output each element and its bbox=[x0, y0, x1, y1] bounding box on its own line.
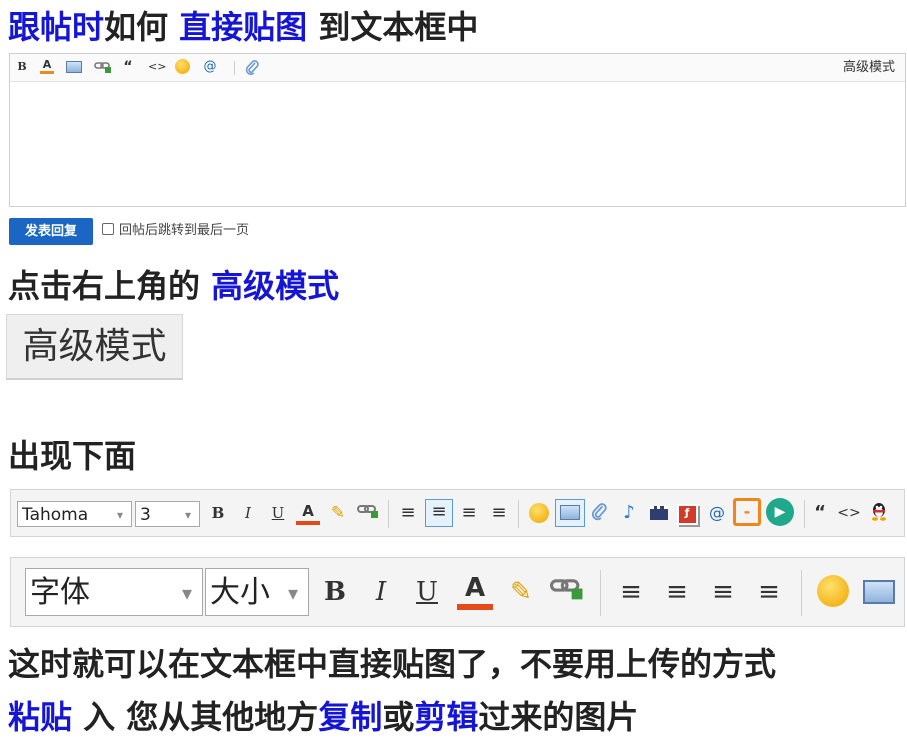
font-select-value: Tahoma bbox=[22, 505, 89, 525]
font-select[interactable]: 字体 ▾ bbox=[25, 568, 203, 616]
link-icon[interactable] bbox=[549, 572, 585, 612]
heading-part: 跟帖时 bbox=[8, 8, 105, 46]
jump-checkbox[interactable] bbox=[102, 223, 114, 235]
code-icon[interactable]: <> bbox=[148, 59, 166, 75]
font-color-icon[interactable]: A bbox=[296, 501, 320, 525]
jump-last-page-option[interactable]: 回帖后跳转到最后一页 bbox=[102, 222, 249, 240]
heading-can-paste: 这时就可以在文本框中直接贴图了，不要用上传的方式 bbox=[8, 644, 776, 684]
attachment-icon[interactable] bbox=[587, 501, 611, 525]
italic-icon[interactable]: I bbox=[236, 501, 260, 525]
heading-part: 直接贴图 bbox=[179, 8, 308, 46]
heading-part: 复制 bbox=[318, 698, 383, 736]
align-left-active-icon[interactable]: ≡ bbox=[425, 499, 453, 527]
heading-part: 到文本框中 bbox=[307, 8, 479, 46]
align-left-icon[interactable]: ≡ bbox=[396, 501, 420, 525]
heading-paste-copied: 粘贴 入 您从其他地方复制或剪辑过来的图片 bbox=[8, 697, 638, 737]
image-icon[interactable] bbox=[555, 499, 585, 527]
submit-reply-button[interactable]: 发表回复 bbox=[9, 218, 93, 245]
code-icon[interactable]: <> bbox=[837, 501, 861, 525]
toolbar-separator bbox=[600, 570, 601, 616]
qq-icon[interactable] bbox=[867, 501, 891, 525]
bold-icon[interactable]: B bbox=[16, 59, 28, 75]
advanced-toolbar-large: 字体 ▾ 大小 ▾ B I U A ✎ ≡ ≡ ≡ ≡ bbox=[10, 557, 905, 627]
heading-part: 剪辑 bbox=[414, 698, 479, 736]
quote-icon[interactable]: “ bbox=[122, 59, 134, 75]
emoji-icon[interactable] bbox=[815, 572, 851, 612]
heading-part: 粘贴 bbox=[8, 698, 73, 736]
reply-editor: B A “ <> @ 高级模式 bbox=[9, 53, 906, 207]
heading-part: 出现下面 bbox=[8, 437, 137, 475]
mention-icon[interactable]: @ bbox=[202, 59, 218, 75]
mention-icon[interactable]: @ bbox=[705, 501, 729, 525]
align-center-icon[interactable]: ≡ bbox=[457, 501, 481, 525]
toolbar-separator bbox=[388, 500, 389, 528]
heading-part: 或 bbox=[382, 698, 415, 736]
underline-icon[interactable]: U bbox=[409, 572, 445, 612]
image-icon[interactable] bbox=[66, 59, 82, 75]
advanced-toolbar-small: Tahoma ▾ 3 ▾ B I U A ✎ ≡ ≡ ≡ ≡ ♪ ƒ @ - ▶… bbox=[10, 489, 905, 537]
advanced-mode-button[interactable]: 高级模式 bbox=[6, 314, 183, 380]
size-select[interactable]: 3 ▾ bbox=[135, 501, 200, 527]
emoji-icon[interactable] bbox=[175, 59, 191, 75]
align-right-icon[interactable]: ≡ bbox=[487, 501, 511, 525]
chevron-down-icon: ▾ bbox=[287, 581, 298, 605]
heading-part: 入 您从其他地方 bbox=[72, 698, 319, 736]
jump-option-label: 回帖后跳转到最后一页 bbox=[119, 223, 250, 238]
heading-part: 过来的图片 bbox=[478, 698, 639, 736]
highlight-icon[interactable]: ✎ bbox=[326, 501, 350, 525]
chevron-down-icon: ▾ bbox=[116, 508, 123, 522]
size-select-value: 大小 bbox=[210, 575, 270, 610]
chevron-down-icon: ▾ bbox=[181, 581, 192, 605]
heading-part: 高级模式 bbox=[211, 267, 340, 305]
chevron-down-icon: ▾ bbox=[184, 508, 191, 522]
editor-toolbar: B A “ <> @ 高级模式 bbox=[10, 54, 905, 82]
size-select-value: 3 bbox=[140, 505, 151, 525]
bold-icon[interactable]: B bbox=[317, 572, 353, 612]
toolbar-separator bbox=[801, 570, 802, 616]
video-icon[interactable] bbox=[647, 501, 671, 525]
link-icon[interactable] bbox=[356, 501, 380, 525]
link-icon[interactable] bbox=[94, 59, 112, 75]
heading-click-advanced: 点击右上角的 高级模式 bbox=[8, 266, 339, 306]
hide-content-icon[interactable]: - bbox=[733, 498, 763, 528]
heading-part: 这时就可以在文本框中直接贴图了，不要用上传的方式 bbox=[8, 645, 777, 683]
align-right-icon[interactable]: ≡ bbox=[751, 572, 787, 612]
toolbar-separator bbox=[234, 61, 235, 75]
emoji-icon[interactable] bbox=[527, 501, 551, 525]
flash-icon[interactable]: ƒ bbox=[675, 501, 699, 525]
align-center-icon[interactable]: ≡ bbox=[705, 572, 741, 612]
attachment-icon[interactable] bbox=[244, 59, 260, 76]
toolbar-separator bbox=[518, 500, 519, 528]
play-icon[interactable]: ▶ bbox=[766, 498, 796, 528]
heading-part: 点击右上角的 bbox=[8, 267, 212, 305]
font-color-icon[interactable]: A bbox=[40, 59, 54, 74]
quote-icon[interactable]: “ bbox=[808, 501, 832, 525]
image-icon[interactable] bbox=[861, 572, 897, 612]
toolbar-separator bbox=[804, 500, 805, 528]
underline-icon[interactable]: U bbox=[266, 501, 290, 525]
italic-icon[interactable]: I bbox=[363, 572, 399, 612]
advanced-mode-link[interactable]: 高级模式 bbox=[843, 60, 895, 76]
align-left-icon[interactable]: ≡ bbox=[613, 572, 649, 612]
font-select[interactable]: Tahoma ▾ bbox=[17, 501, 132, 527]
highlight-icon[interactable]: ✎ bbox=[503, 572, 539, 612]
font-color-icon[interactable]: A bbox=[457, 572, 493, 610]
bold-icon[interactable]: B bbox=[206, 501, 230, 525]
heading-paste-image: 跟帖时如何 直接贴图 到文本框中 bbox=[8, 7, 478, 47]
font-select-value: 字体 bbox=[30, 575, 90, 610]
editor-textarea[interactable] bbox=[10, 82, 905, 206]
music-icon[interactable]: ♪ bbox=[617, 501, 641, 525]
heading-appears: 出现下面 bbox=[8, 436, 136, 476]
heading-part: 如何 bbox=[104, 8, 180, 46]
size-select[interactable]: 大小 ▾ bbox=[205, 568, 309, 616]
align-left-alt-icon[interactable]: ≡ bbox=[659, 572, 695, 612]
